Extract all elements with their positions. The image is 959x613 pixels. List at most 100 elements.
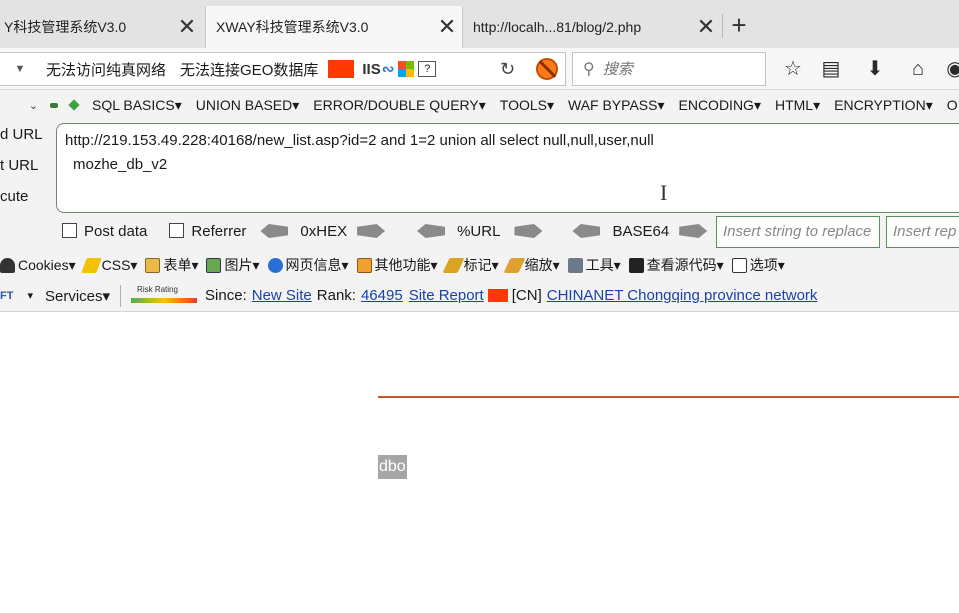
menu-label: Cookies	[18, 257, 69, 273]
url-textarea[interactable]: http://219.153.49.228:40168/new_list.asp…	[56, 123, 959, 213]
iis-wave-icon: ∾	[381, 61, 395, 78]
site-report-link[interactable]: Site Report	[409, 287, 484, 304]
services-menu[interactable]: Services▾	[45, 287, 110, 305]
reading-list-icon[interactable]: ▤	[818, 56, 844, 82]
tab-1[interactable]: Y科技管理系统V3.0 ✕	[0, 6, 202, 48]
dropdown-triangle-icon[interactable]: ▼	[0, 63, 40, 75]
address-bar[interactable]: ▼ 无法访问纯真网络 无法连接GEO数据库 IIS ∾ ? ↻	[0, 52, 566, 86]
replacement-string-input[interactable]: Insert rep	[886, 216, 959, 248]
menu-union-based[interactable]: UNION BASED▾	[196, 97, 300, 114]
menu-encryption[interactable]: ENCRYPTION▾	[834, 97, 933, 114]
menu-html[interactable]: HTML▾	[775, 97, 820, 114]
search-box[interactable]: ⚲	[572, 52, 766, 86]
cookies-menu[interactable]: Cookies ▾	[0, 257, 76, 274]
tab-3-title: http://localh...81/blog/2.php	[473, 19, 642, 35]
menu-label: ENCODING	[678, 96, 754, 113]
view-source-menu[interactable]: 查看源代码 ▾	[628, 255, 724, 275]
account-icon[interactable]: ◉	[942, 56, 959, 82]
forms-menu[interactable]: 表单 ▾	[145, 255, 198, 275]
home-icon[interactable]: ⌂	[905, 56, 931, 82]
misc-icon	[356, 257, 372, 273]
replace-string-input[interactable]: Insert string to replace	[716, 216, 880, 248]
menu-label: 选项	[749, 257, 778, 273]
china-flag-icon[interactable]	[328, 60, 355, 78]
tools-menu[interactable]: 工具 ▾	[567, 255, 621, 275]
options-icon	[731, 257, 747, 273]
chevron-down-icon[interactable]: ⌄	[0, 99, 38, 112]
web-developer-toolbar: Cookies ▾ CSS ▾ 表单 ▾ 图片 ▾ 网页信息 ▾ 其他功能 ▾ 标记 ▾ 缩放…	[0, 250, 959, 280]
menu-waf-bypass[interactable]: WAF BYPASS▾	[568, 97, 665, 114]
hackbar-enabled-icon[interactable]	[68, 99, 80, 111]
menu-label: 工具	[585, 257, 614, 273]
tab-3-close-icon[interactable]: ✕	[691, 14, 721, 40]
post-data-label: Post data	[84, 222, 148, 240]
since-link[interactable]: New Site	[252, 287, 312, 304]
geo-status-1: 无法访问纯真网络	[46, 61, 167, 79]
menu-label: 图片	[224, 257, 253, 273]
hackbar-menu: ⌄ SQL BASICS▾ UNION BASED▾ ERROR/DOUBLE …	[0, 90, 959, 120]
menu-label: ERROR/DOUBLE QUERY	[313, 96, 479, 113]
post-data-checkbox[interactable]: Post data	[62, 222, 148, 240]
site-info-toolbar: FT ▾ Services▾ Risk Rating Since: New Si…	[0, 280, 959, 312]
menu-label: 查看源代码	[646, 257, 717, 273]
url-decode-arrow-icon[interactable]	[417, 224, 446, 238]
adblock-icon[interactable]	[536, 58, 558, 80]
css-menu[interactable]: CSS ▾	[80, 257, 137, 274]
menu-other[interactable]: O	[947, 97, 958, 113]
menu-label: UNION BASED	[195, 96, 293, 113]
menu-sql-basics[interactable]: SQL BASICS▾	[92, 97, 182, 114]
text-cursor-icon: I	[660, 180, 668, 205]
referrer-checkbox[interactable]: Referrer	[169, 222, 246, 240]
menu-tools[interactable]: TOOLS▾	[500, 97, 554, 114]
tab-2-close-icon[interactable]: ✕	[432, 14, 462, 40]
wrench-icon	[567, 257, 583, 273]
menu-label: 其他功能	[374, 257, 431, 273]
tab-1-title: Y科技管理系统V3.0	[4, 19, 127, 35]
network-link[interactable]: CHINANET Chongqing province network	[547, 287, 818, 304]
risk-rating-bar[interactable]: Risk Rating	[131, 284, 198, 305]
tab-1-close-icon[interactable]: ✕	[172, 14, 202, 40]
menu-label: 表单	[163, 257, 192, 273]
new-tab-button[interactable]: +	[724, 10, 754, 42]
horizontal-rule	[378, 396, 959, 398]
images-menu[interactable]: 图片 ▾	[206, 255, 260, 275]
country-code: [CN]	[511, 287, 542, 304]
logo-dropdown-icon[interactable]: ▾	[27, 289, 33, 302]
tab-separator	[722, 14, 723, 38]
hex-encode-arrow-icon[interactable]	[357, 224, 386, 238]
services-label: Services	[44, 287, 103, 305]
load-url-button[interactable]: d URL	[0, 126, 43, 143]
outline-menu[interactable]: 标记 ▾	[442, 255, 499, 275]
tab-strip: Y科技管理系统V3.0 ✕ XWAY科技管理系统V3.0 ✕ http://lo…	[0, 0, 959, 48]
options-menu[interactable]: 选项 ▾	[731, 255, 785, 275]
search-input[interactable]	[602, 60, 753, 78]
url-encode-arrow-icon[interactable]	[514, 224, 543, 238]
iis-label: IIS	[362, 60, 381, 78]
menu-label: ENCRYPTION	[834, 96, 926, 113]
misc-menu[interactable]: 其他功能 ▾	[356, 255, 438, 275]
reload-icon[interactable]: ↻	[500, 53, 520, 85]
menu-error-double-query[interactable]: ERROR/DOUBLE QUERY▾	[313, 97, 485, 114]
help-box-icon[interactable]: ?	[418, 61, 437, 77]
hex-decode-arrow-icon[interactable]	[260, 224, 289, 238]
form-icon	[145, 257, 161, 273]
star-icon[interactable]: ☆	[780, 56, 806, 82]
checkbox-icon	[169, 222, 185, 238]
hackbar-panel: d URL t URL cute http://219.153.49.228:4…	[0, 120, 959, 250]
tab-3[interactable]: http://localh...81/blog/2.php ✕	[463, 6, 721, 48]
source-icon	[628, 257, 644, 273]
tab-2-active[interactable]: XWAY科技管理系统V3.0 ✕	[205, 6, 463, 48]
execute-button[interactable]: cute	[0, 188, 28, 205]
risk-rating-label: Risk Rating	[137, 284, 178, 294]
base64-encode-arrow-icon[interactable]	[679, 224, 708, 238]
base64-decode-arrow-icon[interactable]	[572, 224, 601, 238]
page-info-menu[interactable]: 网页信息 ▾	[267, 255, 349, 275]
base64-label: BASE64	[612, 222, 670, 240]
china-flag-icon	[487, 289, 508, 302]
resize-menu[interactable]: 缩放 ▾	[503, 255, 560, 275]
rank-link[interactable]: 46495	[361, 287, 403, 304]
menu-encoding[interactable]: ENCODING▾	[679, 97, 761, 114]
download-icon[interactable]: ⬇	[862, 56, 888, 82]
rank-label: Rank:	[316, 287, 356, 304]
split-url-button[interactable]: t URL	[0, 157, 38, 174]
